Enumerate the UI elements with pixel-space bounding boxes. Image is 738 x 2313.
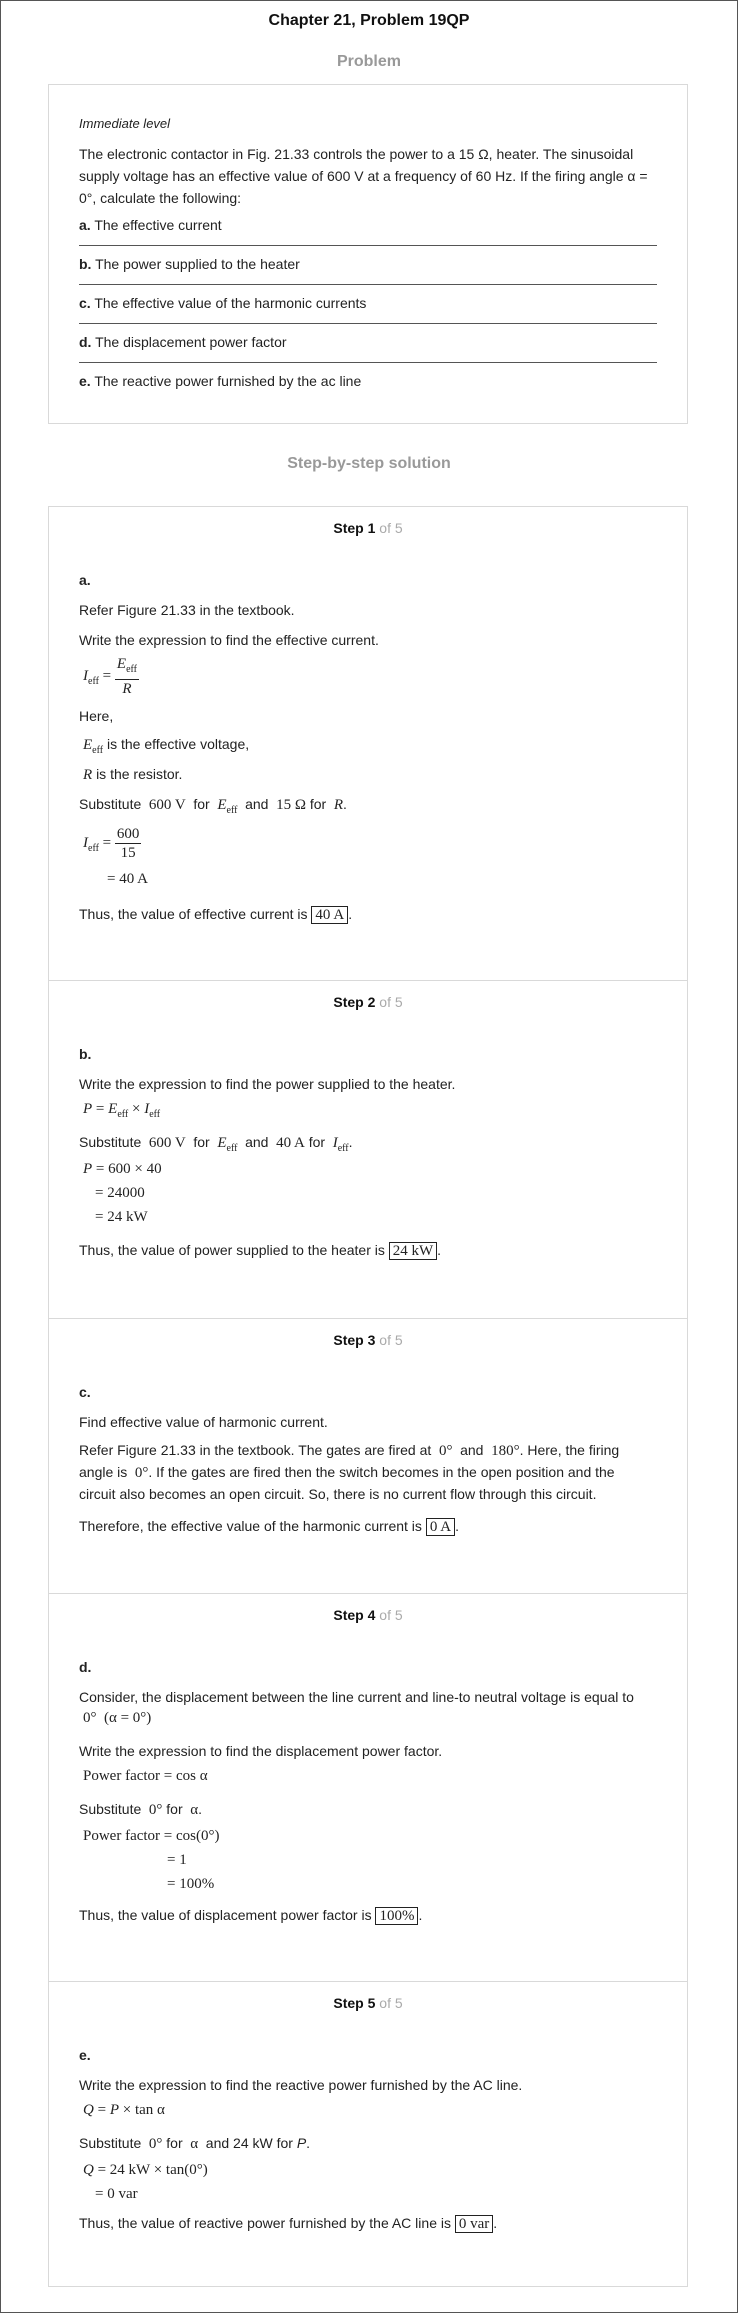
step-title: Step 4 of 5 (333, 1607, 403, 1623)
part-label: d. (79, 1659, 92, 1675)
step-title: Step 3 of 5 (333, 1332, 403, 1348)
problem-item-e: e. The reactive power furnished by the a… (79, 373, 362, 389)
equation-calc: Ieff = 600 15 (83, 826, 142, 861)
equation-result: = 24 kW (95, 1209, 148, 1225)
text-line: Refer Figure 21.33 in the textbook. The … (79, 1442, 620, 1459)
problem-statement: The electronic contactor in Fig. 21.33 c… (79, 146, 648, 206)
problem-item-d: d. The displacement power factor (79, 334, 287, 350)
text-line: Consider, the displacement between the l… (79, 1689, 634, 1705)
result-line: Therefore, the effective value of the ha… (79, 1518, 459, 1536)
equation-angle: 0° (α = 0°) (83, 1710, 152, 1726)
text-line: Write the expression to find the displac… (79, 1743, 443, 1759)
equation-pf: Power factor = cos α (83, 1768, 208, 1784)
part-label: b. (79, 1046, 92, 1062)
equation-p: P = Eeff × Ieff (83, 1101, 161, 1120)
divider (79, 245, 657, 246)
substitute-line: Substitute 0° for α and 24 kW for P. (79, 2135, 311, 2152)
text-line: Refer Figure 21.33 in the textbook. (79, 602, 295, 618)
part-label: e. (79, 2047, 91, 2063)
text-line: Find effective value of harmonic current… (79, 1414, 328, 1430)
problem-card: Immediate level The electronic contactor… (48, 84, 688, 424)
part-label: c. (79, 1384, 91, 1400)
result-line: Thus, the value of effective current is … (79, 906, 353, 924)
step-5-card: Step 5 of 5 e. Write the expression to f… (48, 1981, 688, 2287)
equation-calc: Power factor = cos(0°) (83, 1828, 220, 1844)
step-title: Step 5 of 5 (333, 1995, 403, 2011)
equation-q: Q = P × tan α (83, 2102, 165, 2118)
equation-ieff: Ieff = Eeff R (83, 656, 139, 697)
problem-item-c: c. The effective value of the harmonic c… (79, 295, 367, 311)
substitute-line: Substitute 600 V for Eeff and 15 Ω for R… (79, 796, 347, 816)
part-label: a. (79, 572, 91, 588)
answer-box: 24 kW (388, 1242, 438, 1260)
answer-box: 0 var (454, 2215, 494, 2233)
equation-calc: = 24000 (95, 1185, 145, 1201)
problem-heading: Problem (336, 53, 401, 70)
equation-calc: Q = 24 kW × tan(0°) (83, 2162, 208, 2178)
text-line: circuit also becomes an open circuit. So… (79, 1486, 597, 1502)
text-line: Write the expression to find the effecti… (79, 632, 379, 648)
result-line: Thus, the value of reactive power furnis… (79, 2215, 498, 2233)
problem-level: Immediate level (79, 116, 171, 131)
step-title: Step 2 of 5 (333, 994, 403, 1010)
text-line: Write the expression to find the reactiv… (79, 2077, 523, 2093)
step-2-card: Step 2 of 5 b. Write the expression to f… (48, 980, 688, 1318)
page-title: Chapter 21, Problem 19QP (268, 12, 470, 29)
divider (79, 362, 657, 363)
text-line: Write the expression to find the power s… (79, 1076, 456, 1092)
answer-box: 40 A (311, 906, 349, 924)
text-line: Here, (79, 708, 114, 724)
step-1-card: Step 1 of 5 a. Refer Figure 21.33 in the… (48, 506, 688, 980)
text-line: angle is 0°. If the gates are fired then… (79, 1464, 615, 1481)
result-line: Thus, the value of displacement power fa… (79, 1907, 423, 1925)
equation-result: = 40 A (107, 871, 148, 887)
divider (79, 284, 657, 285)
step-title: Step 1 of 5 (333, 520, 403, 536)
answer-box: 100% (375, 1907, 419, 1925)
definition-line: Eeff is the effective voltage, (83, 736, 250, 756)
problem-item-b: b. The power supplied to the heater (79, 256, 300, 272)
substitute-line: Substitute 600 V for Eeff and 40 A for I… (79, 1134, 353, 1154)
equation-result: = 100% (167, 1876, 215, 1892)
substitute-line: Substitute 0° for α. (79, 1801, 203, 1818)
definition-line: R is the resistor. (83, 766, 183, 783)
equation-calc: = 1 (167, 1852, 187, 1868)
equation-calc: P = 600 × 40 (83, 1161, 162, 1177)
problem-item-a: a. The effective current (79, 217, 222, 233)
step-4-card: Step 4 of 5 d. Consider, the displacemen… (48, 1593, 688, 1981)
equation-result: = 0 var (95, 2186, 138, 2202)
solution-heading: Step-by-step solution (287, 455, 451, 472)
divider (79, 323, 657, 324)
answer-box: 0 A (425, 1518, 456, 1536)
result-line: Thus, the value of power supplied to the… (79, 1242, 442, 1260)
step-3-card: Step 3 of 5 c. Find effective value of h… (48, 1318, 688, 1593)
